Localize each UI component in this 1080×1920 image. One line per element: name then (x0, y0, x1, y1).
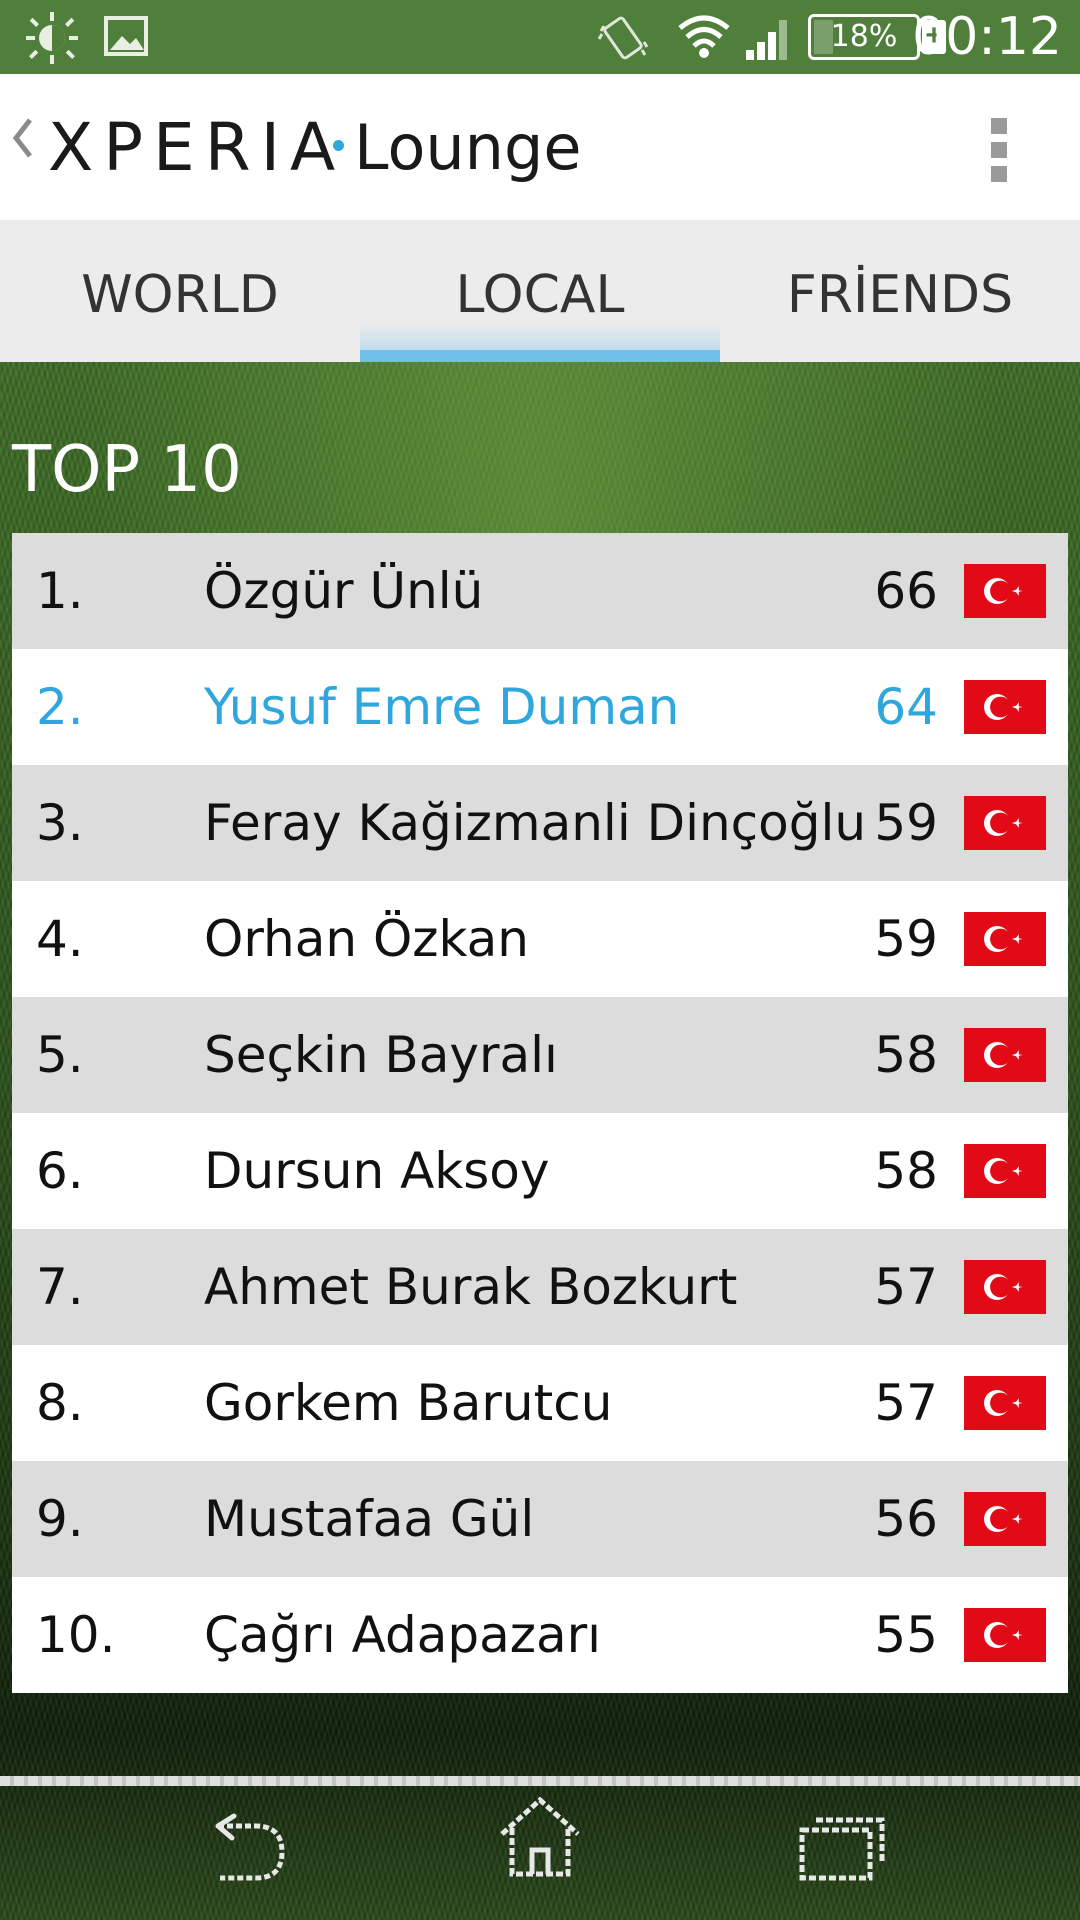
turkey-flag-icon (964, 1260, 1046, 1314)
player-name: Ahmet Burak Bozkurt (204, 1258, 738, 1316)
action-bar: XPERIA Lounge (0, 74, 1080, 220)
player-name: Feray Kağizmanli Dinçoğlu (204, 794, 867, 852)
leaderboard-row[interactable]: 10. Çağrı Adapazarı 55 (12, 1577, 1068, 1693)
brand-logo: XPERIA (48, 109, 346, 186)
turkey-flag-icon (964, 680, 1046, 734)
leaderboard-list: 1. Özgür Ünlü 66 2. Yusuf Emre Duman 64 3. Fera… (12, 533, 1068, 1693)
player-score: 64 (874, 678, 938, 736)
leaderboard-row[interactable]: 5. Seçkin Bayralı 58 (12, 997, 1068, 1113)
brightness-icon (26, 12, 78, 64)
tab-local[interactable]: LOCAL (360, 220, 720, 362)
home-icon[interactable] (496, 1794, 584, 1878)
tab-friends[interactable]: FRİENDS (720, 220, 1080, 362)
up-chevron-icon[interactable] (10, 116, 34, 160)
recent-apps-icon[interactable] (798, 1812, 888, 1882)
turkey-flag-icon (964, 1144, 1046, 1198)
player-name: Orhan Özkan (204, 910, 529, 968)
player-name: Dursun Aksoy (204, 1142, 550, 1200)
leaderboard-row[interactable]: 2. Yusuf Emre Duman 64 (12, 649, 1068, 765)
navigation-bar (0, 1786, 1080, 1920)
rank-label: 1. (36, 562, 84, 620)
turkey-flag-icon (964, 1492, 1046, 1546)
player-score: 59 (874, 794, 938, 852)
gallery-notification-icon (104, 16, 148, 56)
turkey-flag-icon (964, 564, 1046, 618)
leaderboard-row[interactable]: 6. Dursun Aksoy 58 (12, 1113, 1068, 1229)
leaderboard-row[interactable]: 9. Mustafaa Gül 56 (12, 1461, 1068, 1577)
rank-label: 7. (36, 1258, 84, 1316)
battery-level: 18% (830, 19, 898, 54)
turkey-flag-icon (964, 1608, 1046, 1662)
leaderboard-row[interactable]: 1. Özgür Ünlü 66 (12, 533, 1068, 649)
turkey-flag-icon (964, 796, 1046, 850)
rank-label: 9. (36, 1490, 84, 1548)
field-sideline (0, 1776, 1080, 1786)
rank-label: 8. (36, 1374, 84, 1432)
leaderboard-row[interactable]: 3. Feray Kağizmanli Dinçoğlu 59 (12, 765, 1068, 881)
clock: 00:12 (912, 7, 1062, 67)
turkey-flag-icon (964, 912, 1046, 966)
player-name: Özgür Ünlü (204, 562, 484, 620)
tab-world[interactable]: WORLD (0, 220, 360, 362)
tab-bar: WORLD LOCAL FRİENDS (0, 220, 1080, 362)
rank-label: 4. (36, 910, 84, 968)
player-score: 55 (874, 1606, 938, 1664)
turkey-flag-icon (964, 1376, 1046, 1430)
rank-label: 5. (36, 1026, 84, 1084)
brand-dot (333, 140, 344, 151)
rank-label: 2. (36, 678, 84, 736)
player-name: Yusuf Emre Duman (204, 678, 680, 736)
player-name: Gorkem Barutcu (204, 1374, 613, 1432)
player-name: Çağrı Adapazarı (204, 1606, 602, 1664)
overflow-menu-icon[interactable] (984, 118, 1014, 214)
signal-icon (746, 20, 787, 60)
rank-label: 10. (36, 1606, 116, 1664)
leaderboard-row[interactable]: 8. Gorkem Barutcu 57 (12, 1345, 1068, 1461)
player-name: Mustafaa Gül (204, 1490, 535, 1548)
leaderboard-row[interactable]: 7. Ahmet Burak Bozkurt 57 (12, 1229, 1068, 1345)
turkey-flag-icon (964, 1028, 1046, 1082)
wifi-icon (678, 15, 730, 58)
player-score: 57 (874, 1258, 938, 1316)
player-score: 57 (874, 1374, 938, 1432)
app-title: Lounge (354, 111, 582, 184)
player-score: 56 (874, 1490, 938, 1548)
status-bar: 18% + 00:12 (0, 0, 1080, 74)
rank-label: 3. (36, 794, 84, 852)
battery-indicator: 18% (808, 14, 920, 60)
leaderboard-row[interactable]: 4. Orhan Özkan 59 (12, 881, 1068, 997)
vibrate-icon (598, 16, 649, 60)
player-name: Seçkin Bayralı (204, 1026, 558, 1084)
player-score: 58 (874, 1142, 938, 1200)
rank-label: 6. (36, 1142, 84, 1200)
player-score: 59 (874, 910, 938, 968)
player-score: 58 (874, 1026, 938, 1084)
player-score: 66 (874, 562, 938, 620)
leaderboard-title: TOP 10 (12, 433, 242, 507)
back-icon[interactable] (200, 1812, 290, 1888)
